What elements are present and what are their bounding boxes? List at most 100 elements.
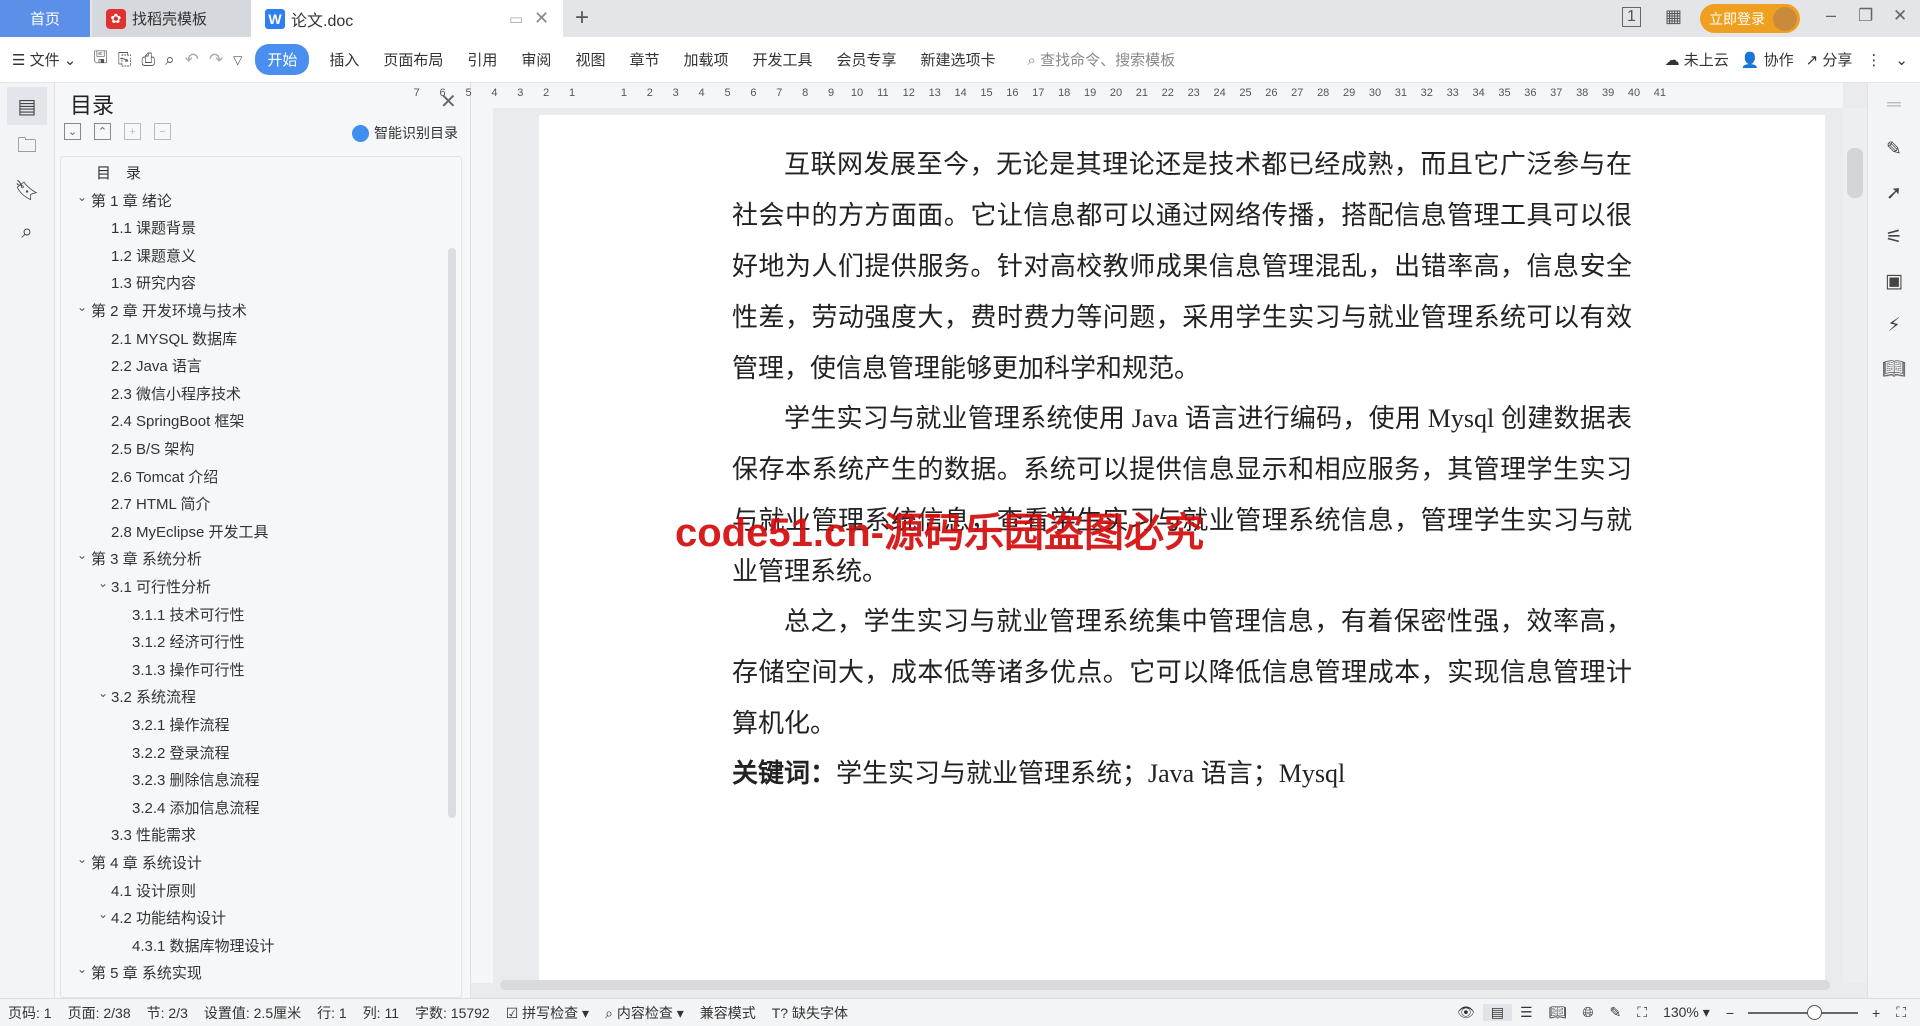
toc-item[interactable]: 3.2 系统流程: [111, 684, 196, 711]
toc-item[interactable]: 3.1.1 技术可行性: [132, 602, 245, 629]
cloud-status-button[interactable]: ☁ 未上云: [1659, 49, 1735, 70]
quick-action-icon[interactable]: ⚡: [1868, 303, 1920, 347]
compat-mode[interactable]: 兼容模式: [692, 1003, 764, 1023]
toc-chevron-down-icon[interactable]: ⌄: [77, 852, 87, 866]
fullscreen-icon[interactable]: ⛶: [1888, 1004, 1920, 1021]
save-icon[interactable]: 🖫: [88, 45, 112, 74]
paragraph[interactable]: 总之，学生实习与就业管理系统集中管理信息，有着保密性强，效率高，存储空间大，成本…: [732, 596, 1632, 749]
bookmark-icon[interactable]: 🔖︎: [7, 171, 47, 209]
toc-item[interactable]: 3.2.3 删除信息流程: [132, 767, 260, 794]
expand-all-icon[interactable]: ⌄: [64, 123, 81, 140]
outline-view-icon[interactable]: ☰: [1512, 1004, 1541, 1021]
toc-item[interactable]: 第 1 章 绪论: [91, 188, 172, 215]
zoom-level[interactable]: 130% ▾: [1655, 1004, 1718, 1021]
toc-item[interactable]: 1.3 研究内容: [111, 270, 196, 297]
vertical-ruler[interactable]: [471, 108, 493, 983]
toc-chevron-down-icon[interactable]: ⌄: [98, 686, 108, 700]
fit-page-icon[interactable]: ⛶: [1629, 1004, 1655, 1021]
zoom-in-icon[interactable]: +: [1864, 1005, 1888, 1021]
toc-chevron-down-icon[interactable]: ⌄: [77, 548, 87, 562]
ribbon-tab[interactable]: 新建选项卡: [909, 49, 1008, 70]
horizontal-scrollbar[interactable]: [500, 980, 1830, 990]
toc-chevron-down-icon[interactable]: ⌄: [77, 300, 87, 314]
toc-chevron-down-icon[interactable]: ⌄: [98, 907, 108, 921]
toc-item[interactable]: 目 录: [96, 160, 141, 187]
zoom-out-icon[interactable]: −: [1718, 1005, 1742, 1021]
close-window-icon[interactable]: ✕: [1893, 6, 1907, 26]
toc-item[interactable]: 1.2 课题意义: [111, 243, 196, 270]
collaborate-button[interactable]: 👤 协作: [1735, 49, 1800, 70]
missing-font-button[interactable]: T? 缺失字体: [764, 1003, 856, 1023]
minimize-icon[interactable]: –: [1826, 5, 1836, 26]
setting-value[interactable]: 设置值: 2.5厘米: [196, 1003, 309, 1023]
toc-item[interactable]: 3.1 可行性分析: [111, 574, 211, 601]
select-cursor-icon[interactable]: ➚: [1868, 171, 1920, 215]
close-tab-icon[interactable]: ✕: [534, 8, 549, 29]
page-view-icon[interactable]: ▤: [1482, 1004, 1512, 1021]
navigation-icon[interactable]: 🗀: [7, 129, 47, 167]
toc-item[interactable]: 4.3.1 数据库物理设计: [132, 933, 275, 960]
toc-item[interactable]: 2.5 B/S 架构: [111, 436, 194, 463]
toc-item[interactable]: 3.2.4 添加信息流程: [132, 795, 260, 822]
toc-item[interactable]: 第 2 章 开发环境与技术: [91, 298, 247, 325]
toc-item[interactable]: 第 3 章 系统分析: [91, 546, 202, 573]
toc-item[interactable]: 2.3 微信小程序技术: [111, 381, 241, 408]
toc-item[interactable]: 2.2 Java 语言: [111, 353, 202, 380]
ribbon-tab[interactable]: 开发工具: [740, 49, 824, 70]
vertical-scrollbar[interactable]: [1843, 108, 1867, 983]
edit-pen-icon[interactable]: ✎: [1868, 127, 1920, 171]
toc-item[interactable]: 3.2.2 登录流程: [132, 740, 230, 767]
smart-toc-button[interactable]: 智能识别目录: [352, 123, 458, 143]
toc-item[interactable]: 4.2 功能结构设计: [111, 905, 226, 932]
undo-icon[interactable]: ↶: [180, 50, 204, 70]
print-icon[interactable]: ⎙: [136, 50, 160, 70]
toc-item[interactable]: 3.2.1 操作流程: [132, 712, 230, 739]
scroll-thumb[interactable]: [1847, 148, 1863, 198]
file-menu[interactable]: ☰ 文件 ⌄: [0, 49, 88, 70]
zoom-slider[interactable]: [1748, 1004, 1858, 1020]
word-count[interactable]: 字数: 15792: [407, 1003, 498, 1023]
login-button[interactable]: 立即登录: [1700, 4, 1800, 33]
content-check-button[interactable]: ⌕ 内容检查 ▾: [597, 1003, 692, 1023]
keywords-line[interactable]: 关键词：学生实习与就业管理系统；Java 语言；Mysql: [732, 748, 1632, 799]
search-icon[interactable]: ⌕: [7, 213, 47, 251]
reading-mode-icon[interactable]: 1: [1622, 7, 1641, 27]
toc-item[interactable]: 第 4 章 系统设计: [91, 850, 202, 877]
print-preview-icon[interactable]: ⌕: [160, 50, 180, 70]
toc-item[interactable]: 3.1.3 操作可行性: [132, 657, 245, 684]
redo-icon[interactable]: ↷: [204, 50, 228, 70]
pin-icon[interactable]: ▭: [509, 10, 523, 28]
paragraph[interactable]: 学生实习与就业管理系统使用 Java 语言进行编码，使用 Mysql 创建数据表…: [732, 393, 1632, 597]
reading-view-icon[interactable]: 📖︎: [1541, 1004, 1575, 1021]
write-mode-icon[interactable]: ✎: [1602, 1004, 1630, 1021]
ribbon-tab[interactable]: 视图: [563, 49, 617, 70]
ribbon-tab[interactable]: 插入: [317, 49, 371, 70]
new-tab-icon[interactable]: +: [575, 4, 589, 32]
customize-icon[interactable]: ▽: [228, 53, 247, 67]
toc-item[interactable]: 2.6 Tomcat 介绍: [111, 464, 218, 491]
toc-item[interactable]: 3.1.2 经济可行性: [132, 629, 245, 656]
tab-daoke-templates[interactable]: ✿ 找稻壳模板: [92, 0, 251, 37]
web-view-icon[interactable]: 🌐︎: [1574, 1004, 1601, 1021]
ribbon-tab[interactable]: 章节: [617, 49, 671, 70]
page-count[interactable]: 页面: 2/38: [60, 1003, 139, 1023]
toc-item[interactable]: 2.4 SpringBoot 框架: [111, 408, 244, 435]
collapse-all-icon[interactable]: ⌃: [94, 123, 111, 140]
restore-icon[interactable]: ❐: [1858, 6, 1873, 26]
page-number[interactable]: 页码: 1: [0, 1003, 60, 1023]
apps-grid-icon[interactable]: ▦: [1665, 6, 1682, 27]
zoom-slider-thumb[interactable]: [1807, 1004, 1822, 1020]
toc-item[interactable]: 4.1 设计原则: [111, 878, 196, 905]
toc-chevron-down-icon[interactable]: ⌄: [77, 190, 87, 204]
picture-tools-icon[interactable]: ▣: [1868, 259, 1920, 303]
promote-icon[interactable]: +: [124, 123, 141, 140]
toc-chevron-down-icon[interactable]: ⌄: [98, 576, 108, 590]
spell-check-button[interactable]: ☑ 拼写检查 ▾: [498, 1003, 597, 1023]
toc-panel-icon[interactable]: ▤: [7, 87, 47, 125]
ribbon-tab[interactable]: 审阅: [509, 49, 563, 70]
eye-protection-icon[interactable]: 👁: [1449, 1004, 1483, 1021]
drag-handle-icon[interactable]: ═: [1868, 83, 1920, 127]
toc-item[interactable]: 2.8 MyEclipse 开发工具: [111, 519, 269, 546]
toc-scrollbar[interactable]: [448, 248, 456, 818]
command-search[interactable]: ⌕ 查找命令、搜索模板: [1016, 49, 1188, 70]
